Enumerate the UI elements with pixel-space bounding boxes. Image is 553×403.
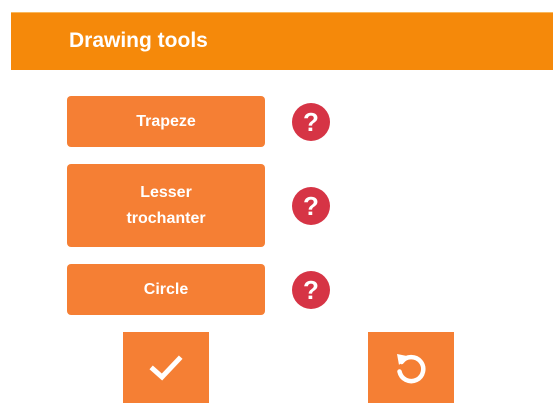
lesser-trochanter-help-icon[interactable]: ? [292, 187, 330, 225]
lesser-trochanter-button-label: Lesser trochanter [126, 183, 206, 227]
question-mark-icon: ? [303, 191, 319, 221]
reset-button[interactable] [368, 332, 454, 403]
confirm-button[interactable] [123, 332, 209, 403]
lesser-trochanter-button[interactable]: Lesser trochanter [67, 164, 265, 247]
question-mark-icon: ? [303, 107, 319, 137]
panel-header: Drawing tools [11, 12, 553, 70]
circle-button-label: Circle [143, 280, 189, 298]
circle-button[interactable]: Circle [67, 264, 265, 315]
panel-title: Drawing tools [69, 29, 208, 52]
trapeze-help-icon[interactable]: ? [292, 103, 330, 141]
trapeze-button[interactable]: Trapeze [67, 96, 265, 147]
checkmark-icon [149, 354, 183, 380]
rotate-ccw-icon [397, 353, 426, 383]
trapeze-button-label: Trapeze [136, 112, 196, 130]
question-mark-icon: ? [303, 275, 319, 305]
circle-help-icon[interactable]: ? [292, 271, 330, 309]
